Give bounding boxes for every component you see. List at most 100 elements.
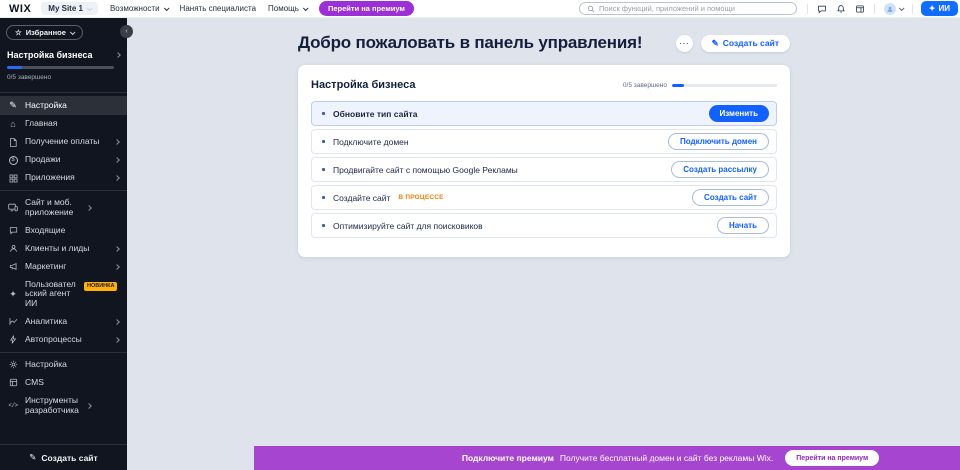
create-site-task-button[interactable]: Создать сайт bbox=[692, 189, 769, 206]
chevron-right-icon bbox=[115, 52, 121, 58]
create-site-button[interactable]: ✎Создать сайт bbox=[701, 35, 790, 52]
setup-progress-track bbox=[7, 66, 114, 69]
ai-assistant-button[interactable]: ✦ИИ bbox=[921, 1, 958, 16]
chevron-down-icon bbox=[87, 5, 93, 11]
menu-features[interactable]: Возможности bbox=[110, 4, 168, 13]
divider bbox=[0, 352, 127, 353]
chevron-right-icon bbox=[114, 246, 120, 252]
sidebar-item-marketing[interactable]: Маркетинг bbox=[0, 258, 127, 276]
bullet-icon bbox=[322, 140, 325, 143]
chevron-right-icon bbox=[114, 264, 120, 270]
database-icon bbox=[8, 378, 18, 387]
chat-icon[interactable] bbox=[817, 4, 827, 14]
code-icon: </> bbox=[8, 402, 18, 409]
sidebar-item-inbox[interactable]: Входящие bbox=[0, 222, 127, 240]
devices-icon bbox=[8, 203, 18, 212]
task-row-connect-domain[interactable]: Подключите домен Подключить домен bbox=[311, 129, 777, 154]
favorites-label: Избранное bbox=[26, 28, 66, 37]
person-icon bbox=[8, 244, 18, 253]
chevron-right-icon bbox=[114, 337, 120, 343]
business-setup-card: Настройка бизнеса 0/5 завершено Обновите… bbox=[298, 65, 790, 257]
change-button[interactable]: Изменить bbox=[709, 105, 769, 122]
banner-title: Подключите премиум bbox=[462, 453, 554, 463]
new-badge: НОВИНКА bbox=[84, 282, 117, 291]
sidebar-item-dev-tools[interactable]: </> Инструменты разработчика bbox=[0, 392, 127, 420]
task-row-update-site-type[interactable]: Обновите тип сайта Изменить bbox=[311, 101, 777, 126]
divider bbox=[874, 4, 875, 14]
card-title: Настройка бизнеса bbox=[311, 79, 415, 91]
divider bbox=[912, 4, 913, 14]
chevron-right-icon bbox=[114, 175, 120, 181]
sidebar-item-ai-agent[interactable]: ✦ Пользовательский агент ИИ НОВИНКА bbox=[0, 276, 127, 313]
chevron-down-icon bbox=[303, 5, 309, 11]
sidebar-item-apps[interactable]: Приложения bbox=[0, 169, 127, 187]
bullet-icon bbox=[322, 168, 325, 171]
page-title: Добро пожаловать в панель управления! bbox=[298, 33, 642, 53]
chevron-down-icon bbox=[899, 5, 905, 11]
card-progress-fill bbox=[672, 84, 684, 87]
task-row-create-site[interactable]: Создайте сайт В ПРОЦЕССЕ Создать сайт bbox=[311, 185, 777, 210]
sidebar-collapse-button[interactable]: ‹ bbox=[120, 25, 133, 38]
search-bar[interactable] bbox=[579, 2, 797, 15]
business-setup-progress[interactable]: Настройка бизнеса 0/5 завершено bbox=[0, 40, 127, 89]
main-area: Добро пожаловать в панель управления! ··… bbox=[127, 18, 960, 470]
sidebar-item-setup[interactable]: ✎ Настройка bbox=[0, 96, 127, 115]
sidebar-item-site-mobile-app[interactable]: Сайт и моб. приложение bbox=[0, 194, 127, 222]
upgrade-premium-button[interactable]: Перейти на премиум bbox=[319, 1, 414, 16]
sidebar-item-cms[interactable]: CMS bbox=[0, 374, 127, 392]
analytics-icon bbox=[8, 317, 18, 326]
banner-text: Получите бесплатный домен и сайт без рек… bbox=[560, 453, 773, 463]
dollar-icon: $ bbox=[8, 156, 18, 165]
sparkle-icon: ✦ bbox=[8, 289, 18, 300]
favorites-menu[interactable]: ☆ Избранное bbox=[6, 25, 83, 40]
topbar-icons bbox=[807, 3, 913, 15]
menu-hire-specialist[interactable]: Нанять специалиста bbox=[180, 4, 256, 13]
sidebar-item-analytics[interactable]: Аналитика bbox=[0, 313, 127, 331]
connect-domain-button[interactable]: Подключить домен bbox=[668, 133, 769, 150]
task-row-google-ads[interactable]: Продвигайте сайт с помощью Google Реклам… bbox=[311, 157, 777, 182]
search-input[interactable] bbox=[599, 4, 789, 13]
notifications-icon[interactable] bbox=[836, 4, 846, 14]
more-actions-button[interactable]: ··· bbox=[676, 35, 693, 52]
chevron-right-icon bbox=[114, 139, 120, 145]
card-progress-label: 0/5 завершено bbox=[623, 82, 667, 89]
invoice-icon bbox=[8, 138, 18, 147]
apps-icon bbox=[8, 174, 18, 183]
sidebar-item-home[interactable]: ⌂ Главная bbox=[0, 115, 127, 133]
task-row-seo[interactable]: Оптимизируйте сайт для поисковиков Начат… bbox=[311, 213, 777, 238]
start-button[interactable]: Начать bbox=[717, 217, 769, 234]
card-progress: 0/5 завершено bbox=[623, 82, 777, 89]
create-campaign-button[interactable]: Создать рассылку bbox=[671, 161, 769, 178]
sparkle-icon: ✦ bbox=[929, 4, 936, 13]
sidebar-item-sales[interactable]: $ Продажи bbox=[0, 151, 127, 169]
wix-dashboard: WIX My Site 1 Возможности Нанять специал… bbox=[0, 0, 960, 470]
divider bbox=[0, 92, 127, 93]
sidebar-item-payments[interactable]: Получение оплаты bbox=[0, 133, 127, 151]
setup-progress-label: 0/5 завершено bbox=[7, 74, 120, 81]
menu-help[interactable]: Помощь bbox=[268, 4, 307, 13]
bullet-icon bbox=[322, 196, 325, 199]
setup-title: Настройка бизнеса bbox=[7, 50, 92, 60]
chevron-down-icon bbox=[70, 29, 76, 35]
updates-icon[interactable] bbox=[855, 4, 865, 14]
chevron-right-icon bbox=[86, 403, 92, 409]
pencil-icon: ✎ bbox=[712, 38, 719, 49]
avatar bbox=[884, 3, 896, 15]
task-list: Обновите тип сайта Изменить Подключите д… bbox=[311, 101, 777, 238]
sidebar-create-site-button[interactable]: ✎ Создать сайт bbox=[0, 444, 127, 470]
site-menu[interactable]: My Site 1 bbox=[41, 2, 98, 15]
account-menu[interactable] bbox=[884, 3, 903, 15]
chevron-right-icon bbox=[86, 205, 92, 211]
lightning-icon bbox=[8, 335, 18, 344]
in-progress-badge: В ПРОЦЕССЕ bbox=[398, 194, 443, 201]
setup-progress-fill bbox=[7, 66, 22, 69]
pencil-icon: ✎ bbox=[29, 452, 36, 463]
banner-premium-button[interactable]: Перейти на премиум bbox=[785, 450, 879, 466]
chevron-down-icon bbox=[163, 5, 169, 11]
sidebar-item-contacts-leads[interactable]: Клиенты и лиды bbox=[0, 240, 127, 258]
sidebar-item-settings[interactable]: Настройка bbox=[0, 356, 127, 374]
sidebar-item-automations[interactable]: Автопроцессы bbox=[0, 331, 127, 349]
chevron-right-icon bbox=[114, 157, 120, 163]
gear-icon bbox=[8, 360, 18, 369]
bullet-icon bbox=[322, 112, 325, 115]
